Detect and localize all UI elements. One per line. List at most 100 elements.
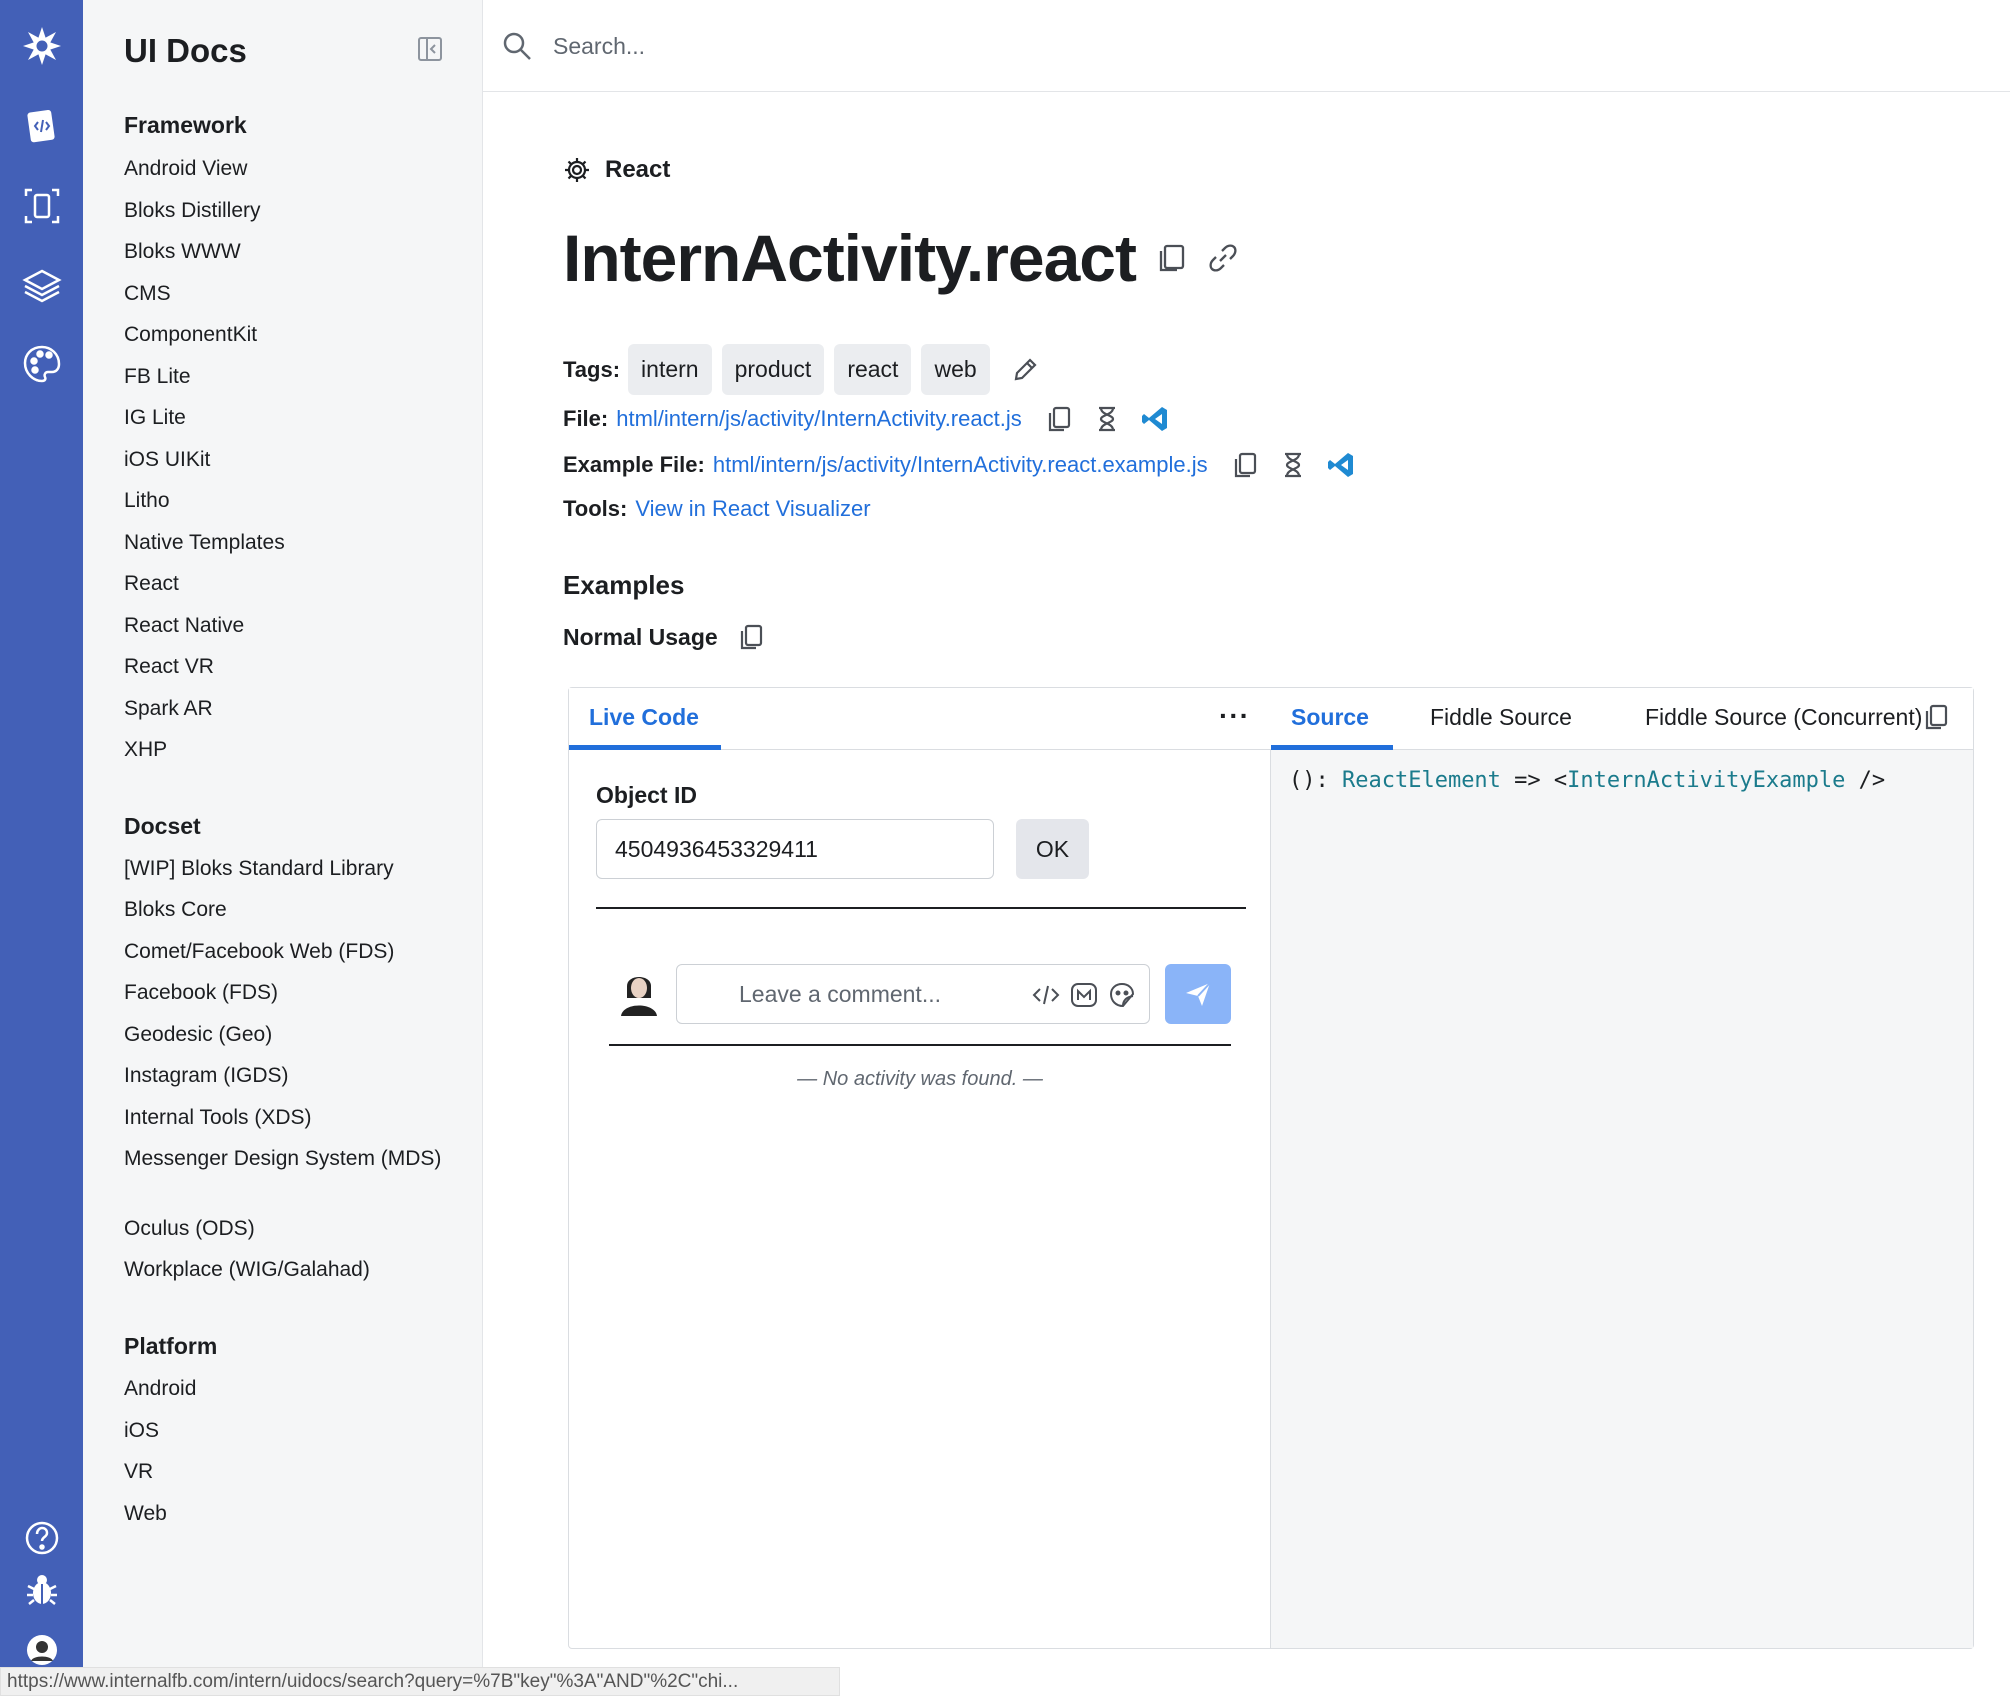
tab-live-code[interactable]: Live Code (589, 704, 699, 731)
sidebar-item-ig-lite[interactable]: IG Lite (124, 403, 454, 432)
example-panel: Live Code ··· Object ID OK — No (568, 687, 1974, 1649)
user-avatar (613, 964, 665, 1016)
top-search-bar (483, 0, 2010, 92)
sidebar-item-react-vr[interactable]: React VR (124, 652, 454, 681)
file-label: File: (563, 406, 609, 431)
status-bar-url: https://www.internalfb.com/intern/uidocs… (0, 1667, 840, 1696)
sidebar-item-bloks-distillery[interactable]: Bloks Distillery (124, 196, 454, 225)
sidebar-item-workplace[interactable]: Workplace (WIG/Galahad) (124, 1255, 454, 1284)
sidebar-item-cms[interactable]: CMS (124, 279, 454, 308)
pencil-icon[interactable] (1010, 355, 1040, 385)
ok-button[interactable]: OK (1016, 819, 1089, 879)
copy-icon[interactable] (736, 622, 766, 652)
page-title: InternActivity.react (563, 221, 1137, 295)
palette-icon[interactable] (0, 334, 83, 394)
sidebar-item-bloks-core[interactable]: Bloks Core (124, 895, 454, 924)
bug-icon[interactable] (0, 1560, 83, 1620)
device-icon[interactable] (0, 176, 83, 236)
search-input[interactable] (553, 22, 1353, 70)
tag-intern[interactable]: intern (628, 344, 712, 395)
breadcrumb-label: React (605, 156, 671, 183)
markdown-icon[interactable] (1069, 980, 1099, 1010)
file-link[interactable]: html/intern/js/activity/InternActivity.r… (616, 406, 1022, 432)
link-icon[interactable] (1205, 240, 1241, 276)
logo-icon[interactable] (0, 16, 83, 76)
example-heading: Normal Usage (563, 622, 766, 652)
send-icon (1186, 982, 1211, 1006)
example-name: Normal Usage (563, 623, 718, 650)
live-code-pane: Live Code ··· Object ID OK — No (569, 688, 1271, 1648)
comment-input[interactable] (739, 973, 999, 1015)
active-tab-indicator (569, 745, 721, 750)
sidebar-item-messenger-design-system[interactable]: Messenger Design System (MDS) (124, 1144, 454, 1173)
sidebar-item-native-templates[interactable]: Native Templates (124, 528, 454, 557)
sidebar-item-litho[interactable]: Litho (124, 486, 454, 515)
help-icon[interactable] (0, 1508, 83, 1568)
code-token: (): (1289, 768, 1342, 793)
sidebar-title: UI Docs (124, 32, 247, 69)
sidebar-item-fb-lite[interactable]: FB Lite (124, 362, 454, 391)
sidebar-item-web[interactable]: Web (124, 1499, 454, 1528)
tools-label: Tools: (563, 496, 628, 521)
file-row: File: html/intern/js/activity/InternActi… (563, 404, 1170, 434)
sidebar-item-vr[interactable]: VR (124, 1457, 454, 1486)
sidebar-item-android[interactable]: Android (124, 1374, 454, 1403)
hourglass-icon[interactable] (1092, 404, 1122, 434)
sidebar-item-spark-ar[interactable]: Spark AR (124, 694, 454, 723)
copy-icon[interactable] (1044, 404, 1074, 434)
code-token: ReactElement (1341, 768, 1501, 793)
tags-label: Tags: (563, 356, 621, 382)
breadcrumb[interactable]: React (563, 156, 670, 184)
example-file-link[interactable]: html/intern/js/activity/InternActivity.r… (713, 452, 1208, 478)
sidebar-section-framework: Framework (124, 112, 247, 138)
main-content: React InternActivity.react Tags: intern … (483, 92, 2010, 1696)
sticker-icon[interactable] (1107, 980, 1137, 1010)
sidebar-section-platform: Platform (124, 1333, 218, 1359)
react-visualizer-link[interactable]: View in React Visualizer (635, 496, 870, 522)
layers-icon[interactable] (0, 256, 83, 316)
sidebar-item-oculus-ods[interactable]: Oculus (ODS) (124, 1214, 454, 1243)
sidebar-item-wip-bloks-standard-library[interactable]: [WIP] Bloks Standard Library (124, 854, 454, 883)
code-book-icon[interactable] (0, 96, 83, 156)
divider (596, 907, 1246, 909)
sidebar-item-ios-uikit[interactable]: iOS UIKit (124, 445, 454, 474)
sidebar-item-react-native[interactable]: React Native (124, 611, 454, 640)
collapse-sidebar-icon[interactable] (415, 34, 445, 64)
send-comment-button[interactable] (1165, 964, 1231, 1024)
sidebar-item-facebook-fds[interactable]: Facebook (FDS) (124, 978, 454, 1007)
sidebar-item-instagram-igds[interactable]: Instagram (IGDS) (124, 1061, 454, 1090)
example-file-row: Example File: html/intern/js/activity/In… (563, 450, 1356, 480)
tab-source[interactable]: Source (1291, 704, 1369, 731)
copy-icon[interactable] (1153, 240, 1189, 276)
tab-fiddle-source[interactable]: Fiddle Source (1430, 704, 1572, 731)
tools-row: Tools: View in React Visualizer (563, 496, 871, 522)
tag-web[interactable]: web (921, 344, 990, 395)
object-id-input[interactable] (596, 819, 994, 879)
examples-heading: Examples (563, 570, 685, 600)
code-icon[interactable] (1031, 980, 1061, 1010)
sidebar-item-internal-tools-xds[interactable]: Internal Tools (XDS) (124, 1103, 454, 1132)
more-options-icon[interactable]: ··· (1219, 700, 1250, 732)
divider (609, 1044, 1231, 1046)
sidebar-item-react[interactable]: React (124, 569, 454, 598)
tag-product[interactable]: product (721, 344, 825, 395)
copy-icon[interactable] (1921, 702, 1951, 732)
sidebar-item-geodesic[interactable]: Geodesic (Geo) (124, 1020, 454, 1049)
sidebar-item-ios[interactable]: iOS (124, 1416, 454, 1445)
sidebar-item-componentkit[interactable]: ComponentKit (124, 320, 454, 349)
sidebar-item-bloks-www[interactable]: Bloks WWW (124, 237, 454, 266)
vscode-icon[interactable] (1140, 404, 1170, 434)
source-tabbar: Source Fiddle Source Fiddle Source (Conc… (1271, 688, 1973, 750)
tag-react[interactable]: react (834, 344, 912, 395)
source-code: (): ReactElement => <InternActivityExamp… (1289, 768, 1885, 793)
sidebar-item-xhp[interactable]: XHP (124, 735, 454, 764)
tab-fiddle-source-concurrent[interactable]: Fiddle Source (Concurrent) (1645, 704, 1935, 731)
sidebar-item-comet-facebook-web[interactable]: Comet/Facebook Web (FDS) (124, 937, 454, 966)
vscode-icon[interactable] (1326, 450, 1356, 480)
copy-icon[interactable] (1230, 450, 1260, 480)
source-pane: Source Fiddle Source Fiddle Source (Conc… (1271, 688, 1973, 1648)
hourglass-icon[interactable] (1278, 450, 1308, 480)
object-id-label: Object ID (596, 782, 697, 808)
example-file-label: Example File: (563, 452, 705, 477)
sidebar-item-android-view[interactable]: Android View (124, 154, 454, 183)
